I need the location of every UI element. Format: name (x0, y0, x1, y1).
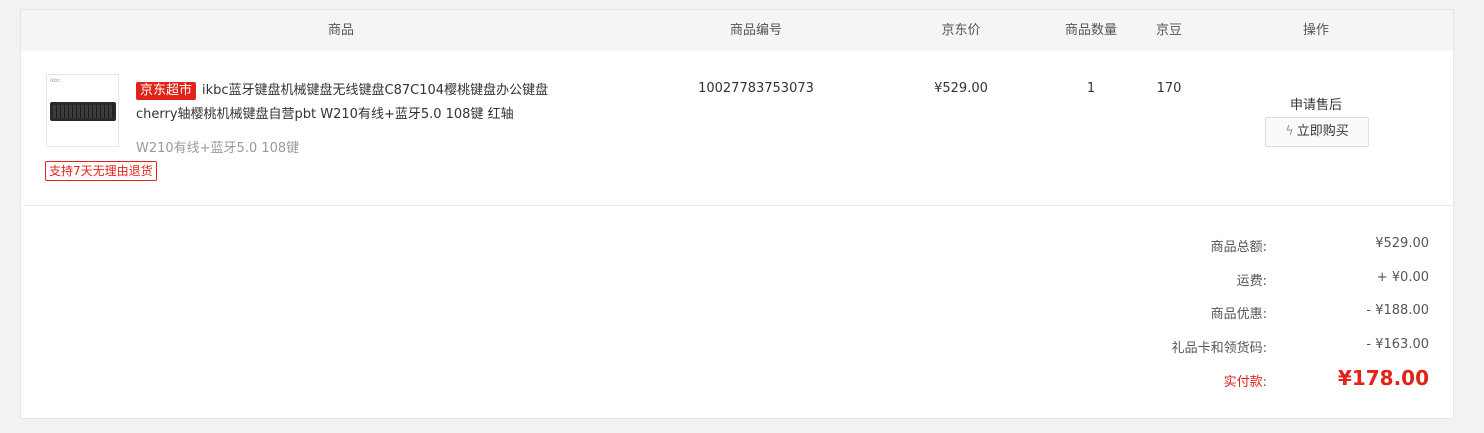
header-beans: 京豆 (1155, 23, 1182, 38)
product-thumbnail[interactable]: ikbc (46, 74, 119, 147)
beans-value: 170 (1156, 81, 1182, 96)
discount-label: 商品优惠: (1210, 307, 1267, 322)
buy-again-button[interactable]: ϟ 立即购买 (1265, 117, 1369, 147)
lightning-icon: ϟ (1285, 124, 1294, 139)
buy-again-label: 立即购买 (1296, 124, 1349, 139)
table-header: 商品 商品编号 京东价 商品数量 京豆 操作 (21, 10, 1453, 51)
discount-value: - ¥188.00 (1366, 303, 1429, 318)
sku-value: 10027783753073 (698, 81, 814, 96)
supermarket-badge: 京东超市 (136, 82, 197, 100)
total-label: 实付款: (1223, 375, 1267, 390)
header-action: 操作 (1302, 23, 1329, 38)
giftcard-label: 礼品卡和领货码: (1171, 341, 1267, 356)
header-price: 京东价 (941, 23, 981, 38)
giftcard-value: - ¥163.00 (1366, 337, 1429, 352)
subtotal-label: 商品总额: (1210, 240, 1267, 255)
price-value: ¥529.00 (934, 81, 988, 96)
total-value: ¥178.00 (1337, 366, 1429, 390)
keyboard-image (50, 102, 116, 121)
subtotal-value: ¥529.00 (1375, 236, 1429, 251)
product-title-link[interactable]: ikbc蓝牙键盘机械键盘无线键盘C87C104樱桃键盘办公键盘cherry轴樱桃… (136, 83, 548, 122)
header-sku: 商品编号 (729, 23, 782, 38)
after-sale-link[interactable]: 申请售后 (1265, 94, 1367, 113)
thumbnail-brand: ikbc (50, 78, 61, 84)
shipping-label: 运费: (1236, 274, 1267, 289)
return-policy-badge: 支持7天无理由退货 (45, 161, 157, 181)
product-spec: W210有线+蓝牙5.0 108键 (136, 141, 300, 156)
header-quantity: 商品数量 (1064, 23, 1117, 38)
order-detail-panel: 商品 商品编号 京东价 商品数量 京豆 操作 ikbc 京东超市 ikbc蓝牙键盘… (20, 9, 1454, 419)
table-row: ikbc 京东超市 ikbc蓝牙键盘机械键盘无线键盘C87C104樱桃键盘办公键盘… (21, 51, 1453, 206)
product-title-block: 京东超市 ikbc蓝牙键盘机械键盘无线键盘C87C104樱桃键盘办公键盘cherr… (136, 79, 566, 127)
shipping-value: + ¥0.00 (1376, 270, 1429, 285)
header-product: 商品 (327, 23, 354, 38)
quantity-value: 1 (1086, 81, 1096, 96)
